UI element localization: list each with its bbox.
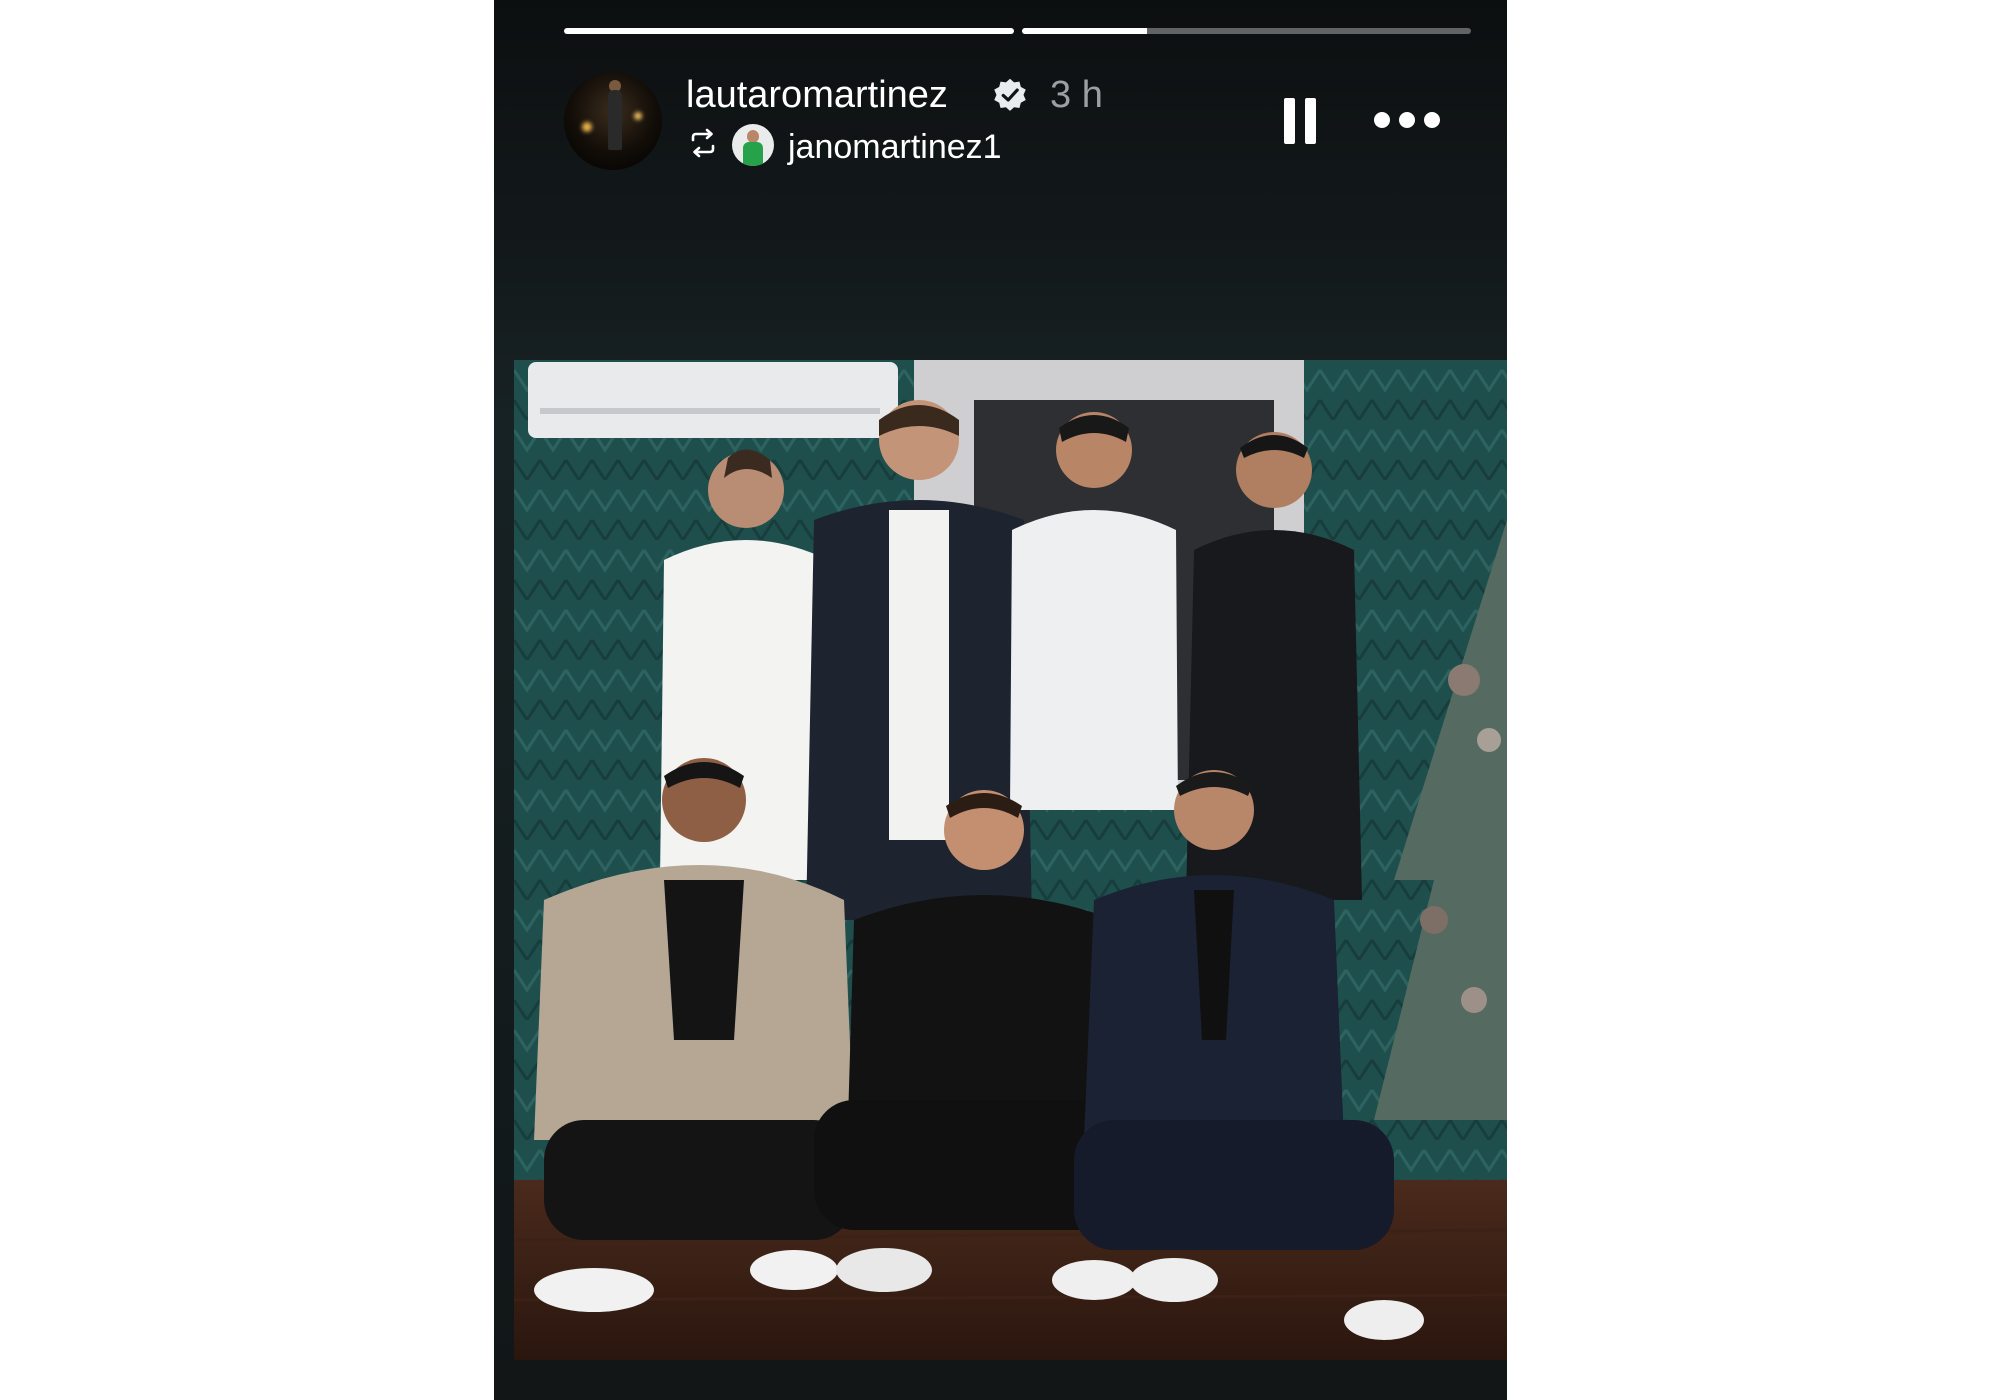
repost-username[interactable]: janomartinez1 [788,126,1002,168]
pause-icon [1284,98,1295,144]
story-viewer[interactable]: lautaromartinez 3 h janomartinez1 [494,0,1507,1400]
story-media-photo[interactable] [514,360,1507,1360]
repost-icon [691,128,715,158]
more-options-icon [1374,112,1390,128]
story-progress-bar [564,28,1471,34]
repost-user-avatar[interactable] [732,124,774,166]
more-options-dot [1399,112,1415,128]
progress-segment-active [1021,28,1471,34]
progress-segment [564,28,1014,34]
post-timestamp: 3 h [1050,74,1103,116]
more-options-button[interactable] [1374,108,1442,132]
verified-badge-icon [994,78,1026,111]
pause-icon-bar [1305,98,1316,144]
pause-button[interactable] [1280,98,1320,144]
more-options-dot [1424,112,1440,128]
group-photo-illustration [514,360,1507,1360]
author-username[interactable]: lautaromartinez [686,72,948,118]
author-avatar[interactable] [564,72,662,170]
story-bottom-bar [494,1360,1507,1400]
